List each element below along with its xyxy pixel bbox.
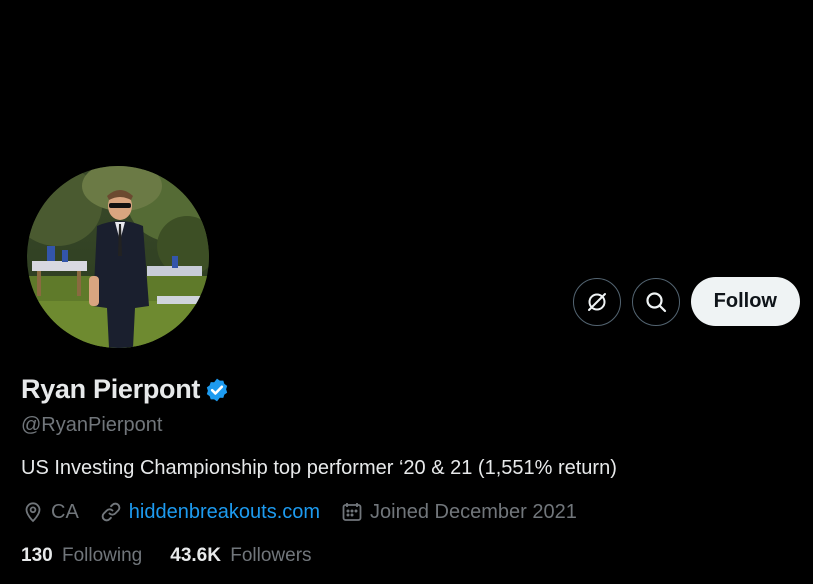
website-link[interactable]: hiddenbreakouts.com	[129, 501, 320, 524]
profile-meta: CA hiddenbreakouts.com Joined December 2…	[21, 500, 597, 524]
profile-page: Follow Ryan Pierpont @RyanPierpont US In…	[0, 0, 813, 584]
avatar-photo	[27, 166, 209, 348]
profile-stats: 130 Following 43.6K Followers	[21, 545, 340, 567]
location: CA	[21, 500, 79, 524]
link-icon	[101, 502, 121, 522]
name-row: Ryan Pierpont	[21, 374, 230, 405]
following-stat[interactable]: 130 Following	[21, 545, 142, 567]
search-button[interactable]	[631, 277, 680, 326]
avatar[interactable]	[24, 163, 212, 351]
website: hiddenbreakouts.com	[99, 500, 320, 524]
bio: US Investing Championship top performer …	[21, 457, 617, 479]
grok-button[interactable]	[572, 277, 621, 326]
user-handle: @RyanPierpont	[21, 414, 163, 436]
followers-stat[interactable]: 43.6K Followers	[170, 545, 311, 567]
join-date-text: Joined December 2021	[370, 500, 577, 523]
search-icon	[646, 291, 666, 312]
follow-button[interactable]: Follow	[690, 277, 800, 326]
location-text: CA	[51, 500, 79, 523]
calendar-icon	[342, 503, 362, 521]
join-date: Joined December 2021	[340, 500, 577, 524]
following-label: Following	[61, 545, 143, 566]
grok-icon	[587, 292, 606, 311]
followers-count: 43.6K	[170, 545, 221, 566]
location-pin-icon	[25, 502, 41, 523]
followers-label: Followers	[230, 545, 312, 566]
following-count: 130	[21, 545, 53, 566]
profile-actions: Follow	[572, 277, 800, 326]
display-name: Ryan Pierpont	[21, 374, 201, 404]
verified-badge-icon[interactable]	[204, 377, 230, 403]
